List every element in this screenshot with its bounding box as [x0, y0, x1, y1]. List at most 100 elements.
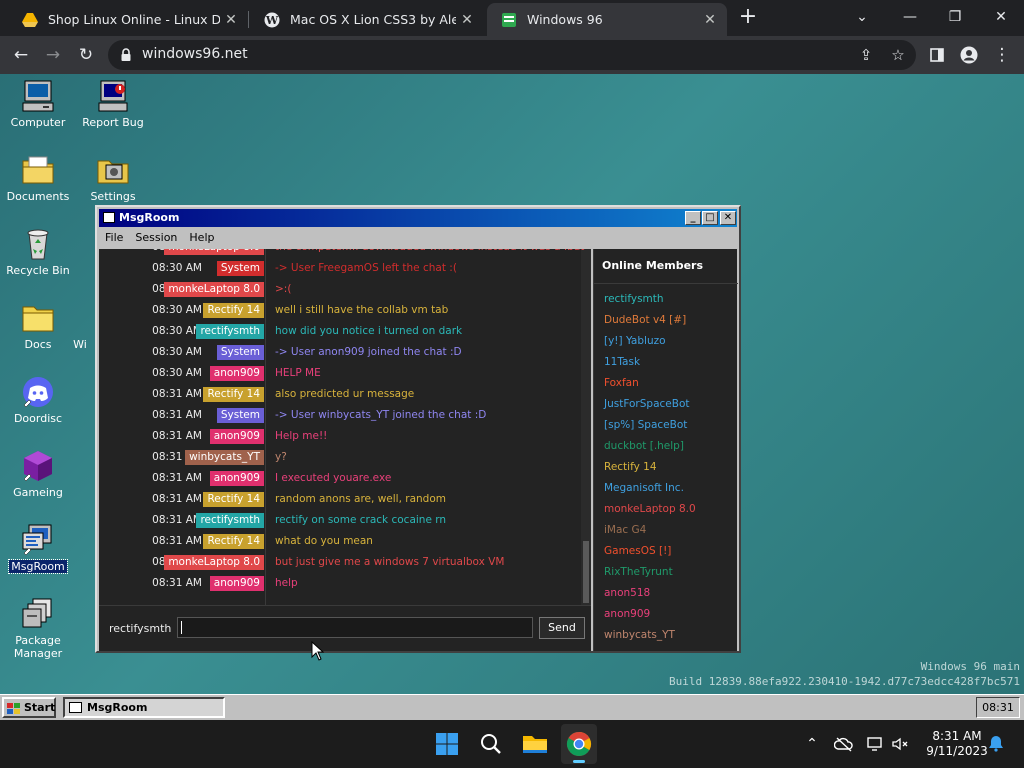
chat-messages-pane[interactable]: 08:30 AM monkeLaptop 8.0 the computer.... …: [99, 249, 591, 605]
docs-folder-icon: [21, 301, 55, 335]
member-list-item[interactable]: duckbot [.help]: [604, 440, 684, 452]
message-text: how did you notice i turned on dark: [275, 325, 463, 337]
browser-toolbar: ← → ↻ windows96.net ⇪ ☆ ⋮: [0, 36, 1024, 74]
profile-icon[interactable]: [956, 42, 982, 68]
side-panel-icon[interactable]: [924, 42, 950, 68]
address-bar[interactable]: windows96.net ⇪ ☆: [108, 40, 916, 70]
desktop-icon-msgroom[interactable]: MsgRoom: [0, 523, 76, 574]
tab-windows-96[interactable]: Windows 96 ✕: [487, 3, 727, 36]
taskbar-item-msgroom[interactable]: MsgRoom: [63, 697, 225, 718]
window-minimize-button[interactable]: _: [685, 211, 701, 225]
send-button[interactable]: Send: [539, 617, 585, 639]
search-icon[interactable]: [477, 730, 505, 758]
member-list-item[interactable]: Foxfan: [604, 377, 639, 389]
message-username-badge[interactable]: anon909: [209, 471, 264, 486]
tab-search-chevron-icon[interactable]: ⌄: [840, 4, 884, 30]
message-username-badge[interactable]: Rectify 14: [203, 492, 264, 507]
message-username-badge[interactable]: anon909: [209, 429, 264, 444]
desktop-icon-settings[interactable]: Settings: [75, 153, 151, 203]
desktop-icon-recycle-bin[interactable]: Recycle Bin: [0, 227, 76, 277]
message-username-badge[interactable]: monkeLaptop 8.0: [164, 282, 264, 297]
message-username-badge[interactable]: anon909: [209, 366, 264, 381]
member-list-item[interactable]: JustForSpaceBot: [604, 398, 690, 410]
message-username-badge[interactable]: Rectify 14: [203, 387, 264, 402]
message-input[interactable]: [177, 617, 533, 638]
msgroom-task-icon: [69, 702, 82, 713]
close-icon[interactable]: ✕: [220, 12, 242, 28]
tab-mac-os-x-lion[interactable]: W Mac OS X Lion CSS3 by Alessio Atzeni ✕: [250, 3, 484, 36]
onedrive-offline-icon[interactable]: [833, 734, 854, 754]
member-list-item[interactable]: Rectify 14: [604, 461, 657, 473]
member-list-item[interactable]: monkeLaptop 8.0: [604, 503, 696, 515]
file-explorer-icon[interactable]: [521, 730, 549, 758]
close-window-button[interactable]: ✕: [979, 4, 1023, 30]
desktop-icon-doordisc[interactable]: Doordisc: [0, 375, 76, 425]
desktop-icon-documents[interactable]: Documents: [0, 153, 76, 203]
message-username-badge[interactable]: System: [216, 408, 264, 423]
member-list-item[interactable]: [sp%] SpaceBot: [604, 419, 687, 431]
member-list-item[interactable]: anon909: [604, 608, 650, 620]
member-list-item[interactable]: [y!] Yabluzo: [604, 335, 666, 347]
windows-start-icon[interactable]: [433, 730, 461, 758]
msgroom-title-icon: [103, 212, 115, 223]
new-tab-button[interactable]: +: [736, 6, 760, 30]
window-titlebar[interactable]: MsgRoom _ □ ✕: [99, 209, 737, 227]
tab-shop-linux[interactable]: Shop Linux Online - Linux Distros ✕: [8, 3, 248, 36]
message-username-badge[interactable]: System: [216, 345, 264, 360]
desktop-icon-package-manager[interactable]: Package Manager: [0, 597, 76, 660]
build-watermark-line1: Windows 96 main: [920, 660, 1020, 673]
menu-session[interactable]: Session: [129, 229, 183, 244]
close-icon[interactable]: ✕: [699, 12, 721, 28]
desktop-icon-report-bug[interactable]: Report Bug: [75, 79, 151, 129]
menu-kebab-icon[interactable]: ⋮: [989, 42, 1015, 68]
share-icon[interactable]: ⇪: [856, 45, 876, 65]
member-list-item[interactable]: RixTheTyrunt: [604, 566, 673, 578]
clock-date: 9/11/2023: [926, 744, 988, 758]
desktop-icon-gameing[interactable]: Gameing: [0, 449, 76, 499]
message-username-badge[interactable]: rectifysmth: [196, 324, 264, 339]
member-list-item[interactable]: DudeBot v4 [#]: [604, 314, 686, 326]
member-list-item[interactable]: 11Task: [604, 356, 640, 368]
windows96-logo-icon: [7, 702, 20, 714]
tab-title: Mac OS X Lion CSS3 by Alessio Atzeni: [290, 12, 456, 27]
chat-message-row: 08:30 AMmonkeLaptop 8.0the computer.... …: [99, 249, 591, 258]
message-username-badge[interactable]: winbycats_YT: [185, 450, 264, 465]
chrome-taskbar-item[interactable]: [561, 724, 597, 764]
message-username-badge[interactable]: Rectify 14: [203, 303, 264, 318]
member-list-item[interactable]: GamesOS [!]: [604, 545, 671, 557]
tab-title: Windows 96: [527, 12, 603, 27]
chat-message-row: 08:30 AM System -> User anon909 joined the…: [99, 342, 591, 363]
message-username-badge[interactable]: Rectify 14: [203, 534, 264, 549]
member-list-item[interactable]: anon518: [604, 587, 650, 599]
volume-muted-icon[interactable]: [890, 734, 910, 754]
restore-button[interactable]: ❐: [933, 4, 977, 30]
menu-file[interactable]: File: [99, 229, 129, 244]
bookmark-star-icon[interactable]: ☆: [888, 45, 908, 65]
system-clock[interactable]: 8:31 AM 9/11/2023: [918, 729, 996, 759]
message-username-badge[interactable]: monkeLaptop 8.0: [164, 555, 264, 570]
message-username-badge[interactable]: anon909: [209, 576, 264, 591]
window-maximize-button[interactable]: □: [702, 211, 718, 225]
member-list-item[interactable]: rectifysmth: [604, 293, 664, 305]
desktop-icon-computer[interactable]: Computer: [0, 79, 76, 129]
chevron-up-icon[interactable]: ⌃: [802, 734, 822, 754]
reload-button[interactable]: ↻: [73, 42, 99, 68]
forward-button[interactable]: →: [40, 42, 66, 68]
minimize-button[interactable]: —: [888, 4, 932, 30]
chat-message-row: 08:31 AM anon909 I executed youare.exe: [99, 468, 591, 489]
message-username-badge[interactable]: monkeLaptop 8.0: [164, 249, 264, 255]
member-list-item[interactable]: Meganisoft Inc.: [604, 482, 684, 494]
message-username-badge[interactable]: System: [216, 261, 264, 276]
notification-bell-icon[interactable]: [986, 734, 1006, 754]
member-list-item[interactable]: iMac G4: [604, 524, 646, 536]
chat-message-row: 08:31 AM Rectify 14 random anons are, well…: [99, 489, 591, 510]
message-username-badge[interactable]: rectifysmth: [196, 513, 264, 528]
member-list-item[interactable]: winbycats_YT: [604, 629, 675, 641]
network-icon[interactable]: [866, 734, 886, 754]
start-button[interactable]: Start: [2, 697, 56, 718]
menu-help[interactable]: Help: [183, 229, 220, 244]
back-button[interactable]: ←: [8, 42, 34, 68]
close-icon[interactable]: ✕: [456, 12, 478, 28]
desktop-icon-partial[interactable]: Wi: [60, 301, 100, 351]
window-close-button[interactable]: ✕: [720, 211, 736, 225]
